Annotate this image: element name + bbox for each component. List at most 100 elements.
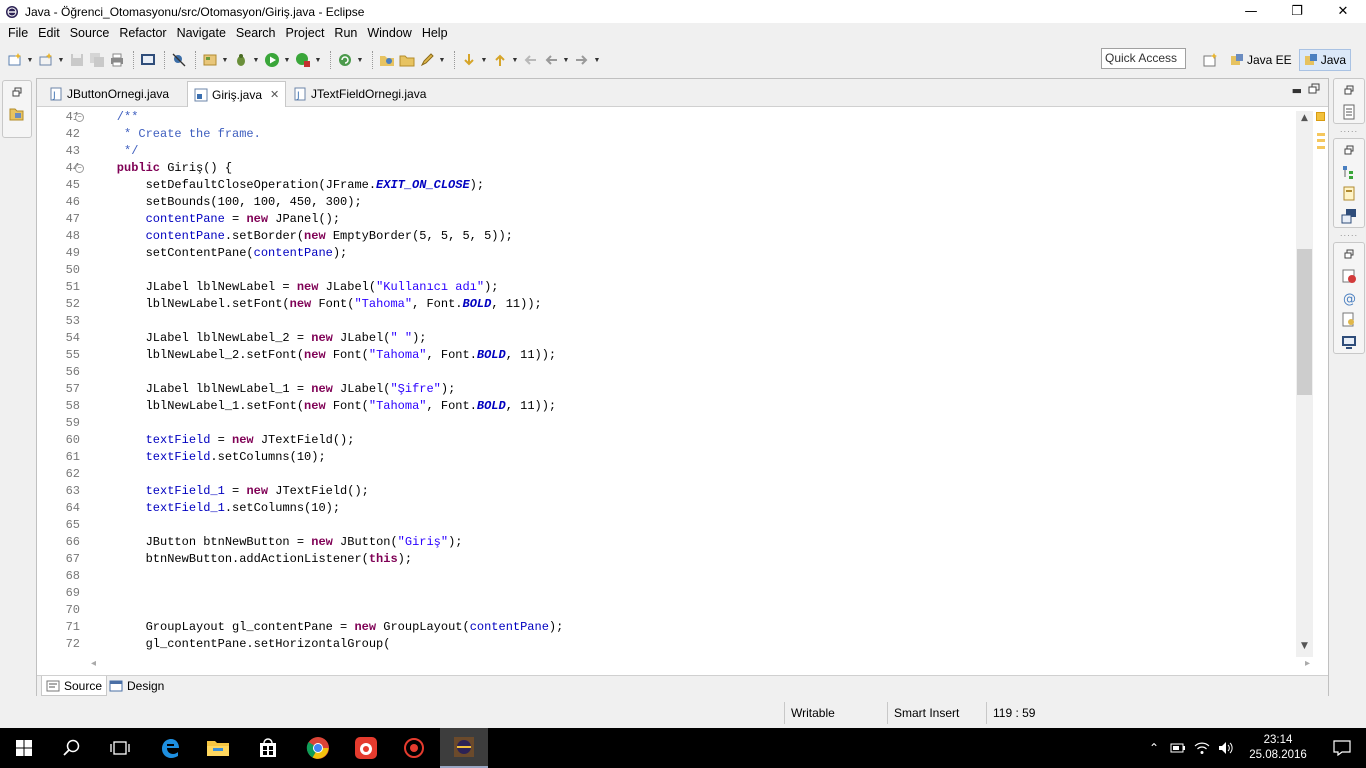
open-folder-icon[interactable]	[398, 51, 416, 69]
code-line[interactable]: textField = new JTextField();	[88, 432, 1298, 449]
code-line[interactable]	[88, 602, 1298, 619]
eclipse-taskbar-icon[interactable]	[440, 728, 488, 768]
code-line[interactable]: JLabel lblNewLabel_1 = new JLabel("Şifre…	[88, 381, 1298, 398]
code-line[interactable]: setDefaultCloseOperation(JFrame.EXIT_ON_…	[88, 177, 1298, 194]
new-icon[interactable]	[6, 51, 24, 69]
code-line[interactable]: gl_contentPane.setHorizontalGroup(	[88, 636, 1298, 653]
scroll-right-arrow-icon[interactable]: ▸	[1305, 658, 1310, 669]
code-line[interactable]: public Giriş() {	[88, 160, 1298, 177]
maximize-editor-icon[interactable]	[1308, 83, 1320, 95]
debug-dropdown-arrow-icon[interactable]: ▼	[252, 51, 260, 69]
tab-jtextfieldornegi[interactable]: J JTextFieldOrnegi.java	[287, 81, 432, 107]
warning-marker[interactable]	[1317, 133, 1325, 136]
code-line[interactable]	[88, 585, 1298, 602]
warning-summary-icon[interactable]	[1316, 112, 1325, 121]
code-line[interactable]: JButton btnNewButton = new JButton("Giri…	[88, 534, 1298, 551]
menu-help[interactable]: Help	[417, 26, 453, 40]
app-red-icon[interactable]	[342, 728, 390, 768]
minimize-button[interactable]: —	[1228, 0, 1274, 23]
menu-search[interactable]: Search	[231, 26, 281, 40]
skip-breakpoints-icon[interactable]	[170, 51, 188, 69]
windows-start-icon[interactable]	[0, 728, 48, 768]
menu-navigate[interactable]: Navigate	[172, 26, 231, 40]
code-editor[interactable]: 41−42 43 44−45 46 47 48 49 50 51 52 53 54 55 56 57 58 59…	[53, 109, 1313, 657]
menu-source[interactable]: Source	[65, 26, 115, 40]
menu-file[interactable]: File	[3, 26, 33, 40]
horizontal-scrollbar[interactable]: ◂ ▸	[87, 658, 1312, 672]
code-line[interactable]: textField.setColumns(10);	[88, 449, 1298, 466]
app-circle-icon[interactable]	[390, 728, 438, 768]
declaration-icon[interactable]	[1334, 309, 1364, 331]
javadoc-icon[interactable]: @	[1334, 287, 1364, 309]
code-line[interactable]: setBounds(100, 100, 450, 300);	[88, 194, 1298, 211]
restore-icon[interactable]	[1334, 243, 1364, 265]
close-button[interactable]: ✕	[1320, 0, 1366, 23]
wifi-icon[interactable]	[1190, 728, 1214, 768]
code-line[interactable]: lblNewLabel_2.setFont(new Font("Tahoma",…	[88, 347, 1298, 364]
battery-icon[interactable]	[1166, 728, 1190, 768]
code-line[interactable]: setContentPane(contentPane);	[88, 245, 1298, 262]
scroll-up-arrow-icon[interactable]: ▲	[1296, 113, 1313, 127]
code-text[interactable]: /** * Create the frame. */ public Giriş(…	[88, 109, 1298, 653]
drag-handle-icon[interactable]: ·····	[1333, 232, 1365, 242]
save-icon[interactable]	[68, 51, 86, 69]
previous-annotation-dropdown-arrow-icon[interactable]: ▼	[511, 51, 519, 69]
print-icon[interactable]	[108, 51, 126, 69]
run-dropdown-arrow-icon[interactable]: ▼	[283, 51, 291, 69]
code-line[interactable]: * Create the frame.	[88, 126, 1298, 143]
coverage-dropdown-arrow-icon[interactable]: ▼	[314, 51, 322, 69]
tab-design[interactable]: Design	[105, 676, 168, 696]
package-dropdown-arrow-icon[interactable]: ▼	[57, 51, 65, 69]
code-line[interactable]	[88, 262, 1298, 279]
menu-edit[interactable]: Edit	[33, 26, 65, 40]
outline-icon[interactable]	[1334, 161, 1364, 183]
file-explorer-icon[interactable]	[194, 728, 242, 768]
tab-giris[interactable]: Giriş.java ✕	[187, 81, 287, 107]
edge-browser-icon[interactable]	[146, 728, 194, 768]
code-line[interactable]: contentPane.setBorder(new EmptyBorder(5,…	[88, 228, 1298, 245]
warning-marker[interactable]	[1317, 146, 1325, 149]
task-list-icon[interactable]	[1334, 101, 1364, 123]
run-icon[interactable]	[263, 51, 281, 69]
tab-source[interactable]: Source	[41, 676, 108, 696]
code-line[interactable]: JLabel lblNewLabel = new JLabel("Kullanı…	[88, 279, 1298, 296]
menu-run[interactable]: Run	[329, 26, 362, 40]
external-tools-dropdown-arrow-icon[interactable]: ▼	[356, 51, 364, 69]
coverage-icon[interactable]	[294, 51, 312, 69]
overview-ruler[interactable]	[1314, 109, 1328, 657]
search-icon[interactable]	[48, 728, 96, 768]
external-tools-icon[interactable]	[336, 51, 354, 69]
open-type-icon[interactable]	[201, 51, 219, 69]
volume-icon[interactable]	[1214, 728, 1238, 768]
new-java-package-icon[interactable]	[37, 51, 55, 69]
fold-toggle-icon[interactable]: −	[75, 164, 84, 173]
scroll-down-arrow-icon[interactable]: ▼	[1296, 641, 1313, 655]
previous-annotation-icon[interactable]	[491, 51, 509, 69]
restore-icon[interactable]	[3, 81, 31, 103]
chrome-icon[interactable]	[294, 728, 342, 768]
back-dropdown-arrow-icon[interactable]: ▼	[562, 51, 570, 69]
terminal-icon[interactable]	[139, 51, 157, 69]
menu-refactor[interactable]: Refactor	[114, 26, 171, 40]
code-line[interactable]: */	[88, 143, 1298, 160]
pencil-icon[interactable]	[418, 51, 436, 69]
code-line[interactable]: contentPane = new JPanel();	[88, 211, 1298, 228]
perspective-java[interactable]: Java	[1298, 48, 1352, 71]
menu-window[interactable]: Window	[362, 26, 416, 40]
fold-toggle-icon[interactable]: −	[75, 113, 84, 122]
console-icon[interactable]	[1334, 331, 1364, 353]
next-annotation-icon[interactable]	[460, 51, 478, 69]
warning-marker[interactable]	[1317, 139, 1325, 142]
action-center-icon[interactable]	[1318, 728, 1366, 768]
task-view-icon[interactable]	[96, 728, 144, 768]
code-line[interactable]	[88, 415, 1298, 432]
code-line[interactable]	[88, 568, 1298, 585]
code-line[interactable]	[88, 466, 1298, 483]
code-line[interactable]: lblNewLabel.setFont(new Font("Tahoma", F…	[88, 296, 1298, 313]
system-clock[interactable]: 23:14 25.08.2016	[1238, 728, 1318, 768]
minimize-editor-icon[interactable]: ▬	[1292, 84, 1302, 97]
next-annotation-dropdown-arrow-icon[interactable]: ▼	[480, 51, 488, 69]
open-perspective-icon[interactable]	[1199, 49, 1223, 71]
new-dropdown-arrow-icon[interactable]: ▼	[26, 51, 34, 69]
problems-icon[interactable]	[1334, 265, 1364, 287]
